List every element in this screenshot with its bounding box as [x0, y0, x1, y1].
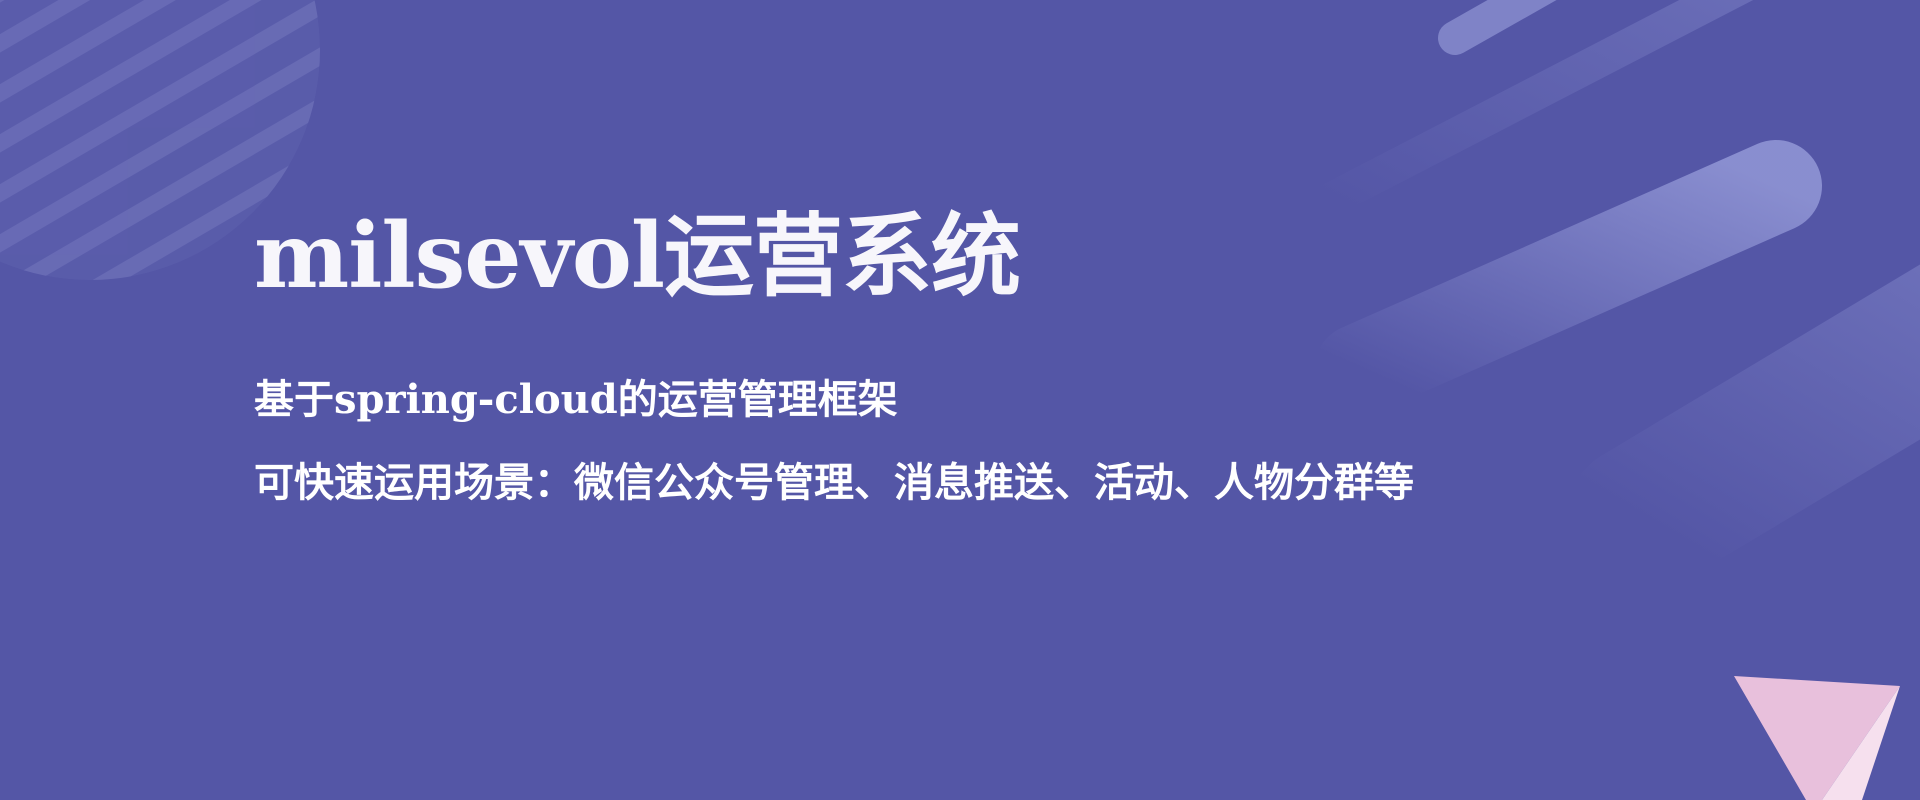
- banner-subtitle: 基于spring-cloud的运营管理框架: [254, 376, 898, 423]
- triangle-shapes: [1734, 676, 1900, 800]
- banner-description: 可快速运用场景：微信公众号管理、消息推送、活动、人物分群等: [254, 459, 1414, 506]
- hero-banner: milsevol运营系统 基于spring-cloud的运营管理框架 可快速运用…: [0, 0, 1920, 800]
- banner-title: milsevol运营系统: [254, 203, 1021, 309]
- diagonal-pill-shapes: [1313, 0, 1920, 595]
